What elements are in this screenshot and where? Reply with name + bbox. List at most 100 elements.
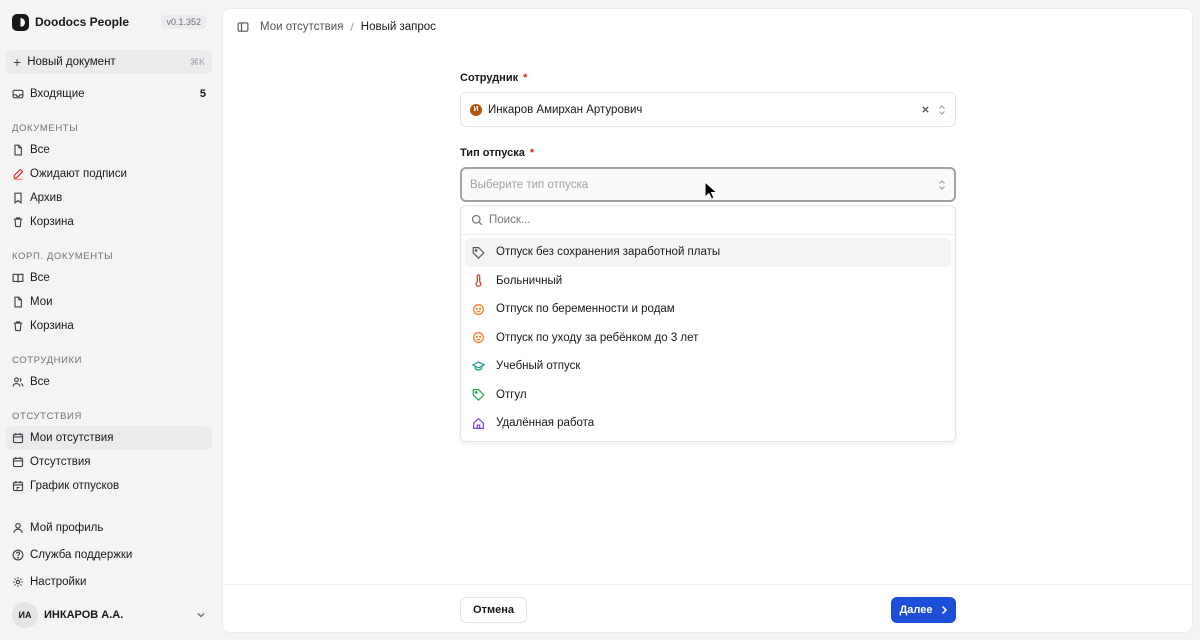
breadcrumb-separator: / [350,20,354,34]
search-input[interactable] [489,214,945,226]
inbox-count-badge: 5 [199,88,206,100]
users-icon [12,377,24,387]
file-icon [14,296,22,308]
sidebar-item-label: Все [30,376,50,388]
option-label: Удалённая работа [496,417,595,430]
main-content: Мои отсутствия / Новый запрос Сотрудник *… [222,8,1193,633]
sidebar-item-archive[interactable]: Архив [6,186,212,210]
next-button-label: Далее [899,604,933,616]
option-label: Отпуск без сохранения заработной платы [496,246,721,259]
sidebar-item-trash[interactable]: Корзина [6,210,212,234]
calendar-icon [12,457,24,468]
option-maternity-leave[interactable]: Отпуск по беременности и родам [465,295,951,324]
help-circle-icon [12,549,24,561]
topbar: Мои отсутствия / Новый запрос [223,9,1192,45]
user-menu[interactable]: ИА ИНКАРОВ А.А. [6,600,212,630]
app-name: Doodocs People [35,15,130,29]
trash-icon [13,217,23,228]
calendar-icon [12,433,24,444]
dropdown-search [461,206,955,235]
search-icon [471,214,483,226]
sidebar-item-my-absences[interactable]: Мои отсутствия [6,426,212,450]
leave-type-dropdown: Отпуск без сохранения заработной платы Б… [460,205,956,442]
file-icon [14,144,22,156]
sidebar-item-settings[interactable]: Настройки [6,570,212,594]
sidebar-item-label: Мои отсутствия [30,432,114,444]
option-day-off[interactable]: Отгул [465,381,951,410]
user-name: ИНКАРОВ А.А. [44,609,124,621]
breadcrumb: Мои отсутствия / Новый запрос [260,20,436,34]
sidebar-item-vacation-schedule[interactable]: График отпусков [6,474,212,498]
sidebar-item-label: Ожидают подписи [30,168,127,180]
sidebar-item-awaiting-signature[interactable]: Ожидают подписи [6,162,212,186]
option-unpaid-leave[interactable]: Отпуск без сохранения заработной платы [465,238,951,267]
sidebar-item-label: Корзина [30,320,74,332]
sidebar-item-label: Все [30,144,50,156]
sidebar-item-support[interactable]: Служба поддержки [6,543,212,567]
leave-type-label-text: Тип отпуска [460,147,525,159]
sidebar-item-label: Отсутствия [30,456,91,468]
option-childcare-leave[interactable]: Отпуск по уходу за ребёнком до 3 лет [465,324,951,353]
sidebar: Doodocs People v0.1.352 + Новый документ… [0,0,218,640]
breadcrumb-link-my-absences[interactable]: Мои отсутствия [260,21,343,33]
sidebar-item-label: Корзина [30,216,74,228]
employee-select[interactable]: И Инкаров Амирхан Артурович [460,92,956,127]
new-document-label: Новый документ [27,56,116,68]
avatar: ИА [12,602,38,628]
sidebar-item-corp-all[interactable]: Все [6,266,212,290]
sidebar-item-label: Настройки [30,576,87,588]
section-absences-title: ОТСУТСТВИЯ [12,411,82,422]
sidebar-item-label: График отпусков [30,480,120,492]
brand-header: Doodocs People v0.1.352 [6,0,212,44]
sidebar-item-label: Архив [30,192,63,204]
sidebar-item-employees-all[interactable]: Все [6,370,212,394]
book-open-icon [12,273,24,283]
trash-icon [13,321,23,332]
sidebar-item-corp-mine[interactable]: Мои [6,290,212,314]
bookmark-icon [14,192,22,204]
version-badge: v0.1.352 [161,15,206,29]
section-documents-title: ДОКУМЕНТЫ [12,123,79,134]
thermometer-icon [475,274,482,288]
sidebar-toggle-icon[interactable] [237,21,249,33]
employee-label: Сотрудник * [460,72,956,87]
option-label: Отгул [496,388,527,401]
doodocs-logo-icon [12,13,29,31]
sidebar-item-absences[interactable]: Отсутствия [6,450,212,474]
next-button[interactable]: Далее [891,597,956,623]
employee-avatar: И [470,103,482,116]
sidebar-item-inbox[interactable]: Входящие 5 [6,82,212,106]
baby-icon [473,303,484,315]
sidebar-item-documents-all[interactable]: Все [6,138,212,162]
options-list: Отпуск без сохранения заработной платы Б… [461,235,955,441]
chevron-updown-icon [939,179,945,190]
clear-icon[interactable] [921,105,930,114]
option-remote-work[interactable]: Удалённая работа [465,409,951,438]
new-document-button[interactable]: + Новый документ ⌘K [6,50,212,74]
sidebar-item-corp-trash[interactable]: Корзина [6,314,212,338]
chevron-right-icon [941,605,947,615]
tag-icon [472,246,485,259]
sidebar-item-label: Все [30,272,50,284]
baby-icon [473,332,484,344]
leave-type-label: Тип отпуска * [460,147,956,162]
option-sick-leave[interactable]: Больничный [465,267,951,296]
sidebar-item-label: Мой профиль [30,522,104,534]
chevron-down-icon [197,613,205,618]
employee-select-value: Инкаров Амирхан Артурович [488,103,643,116]
cancel-button[interactable]: Отмена [460,597,527,623]
chevron-updown-icon [939,104,945,115]
option-label: Отпуск по уходу за ребёнком до 3 лет [496,331,699,344]
calendar-check-icon [12,481,24,492]
inbox-icon [12,89,24,99]
option-study-leave[interactable]: Учебный отпуск [465,352,951,381]
section-employees-title: СОТРУДНИКИ [12,355,83,366]
required-mark: * [523,72,528,84]
option-label: Отпуск по беременности и родам [496,303,675,316]
gear-icon [13,577,23,587]
sidebar-item-my-profile[interactable]: Мой профиль [6,516,212,540]
graduation-cap-icon [472,361,485,371]
option-label: Учебный отпуск [496,360,581,373]
sidebar-item-label: Входящие [30,88,85,100]
leave-type-placeholder: Выберите тип отпуска [470,178,589,191]
